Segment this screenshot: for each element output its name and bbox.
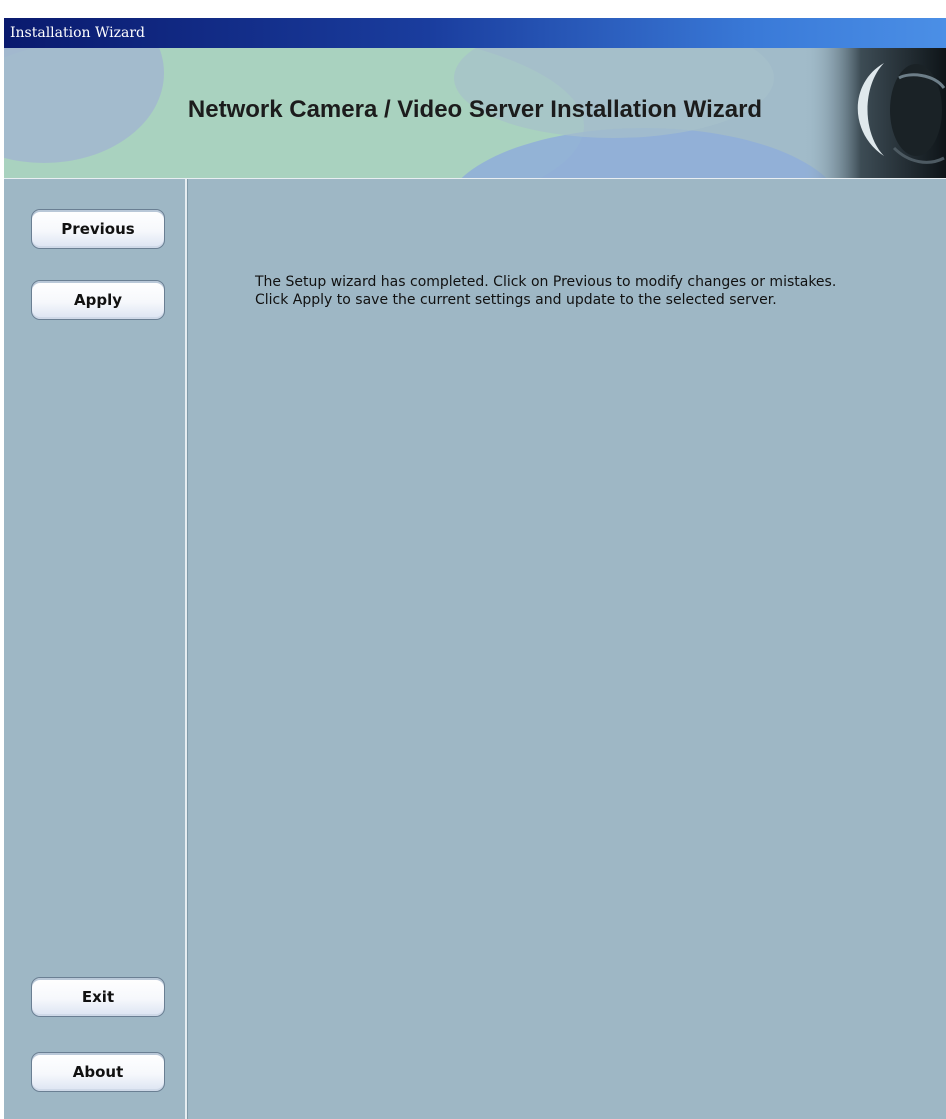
message-line-2: Click Apply to save the current settings… [255, 292, 777, 308]
sidebar: Previous Apply Exit About [4, 179, 187, 1119]
banner-title: Network Camera / Video Server Installati… [187, 96, 763, 123]
completion-message: The Setup wizard has completed. Click on… [255, 273, 935, 309]
about-button[interactable]: About [31, 1052, 165, 1092]
message-line-1: The Setup wizard has completed. Click on… [255, 274, 837, 290]
window-title: Installation Wizard [10, 25, 146, 41]
apply-button[interactable]: Apply [31, 280, 165, 320]
window-titlebar[interactable]: Installation Wizard [4, 18, 946, 48]
installation-wizard-window: Installation Wizard Network Camera / Vid… [4, 18, 946, 1119]
exit-button[interactable]: Exit [31, 977, 165, 1017]
header-banner: Network Camera / Video Server Installati… [4, 48, 946, 179]
content-panel: The Setup wizard has completed. Click on… [189, 179, 946, 1119]
previous-button[interactable]: Previous [31, 209, 165, 249]
